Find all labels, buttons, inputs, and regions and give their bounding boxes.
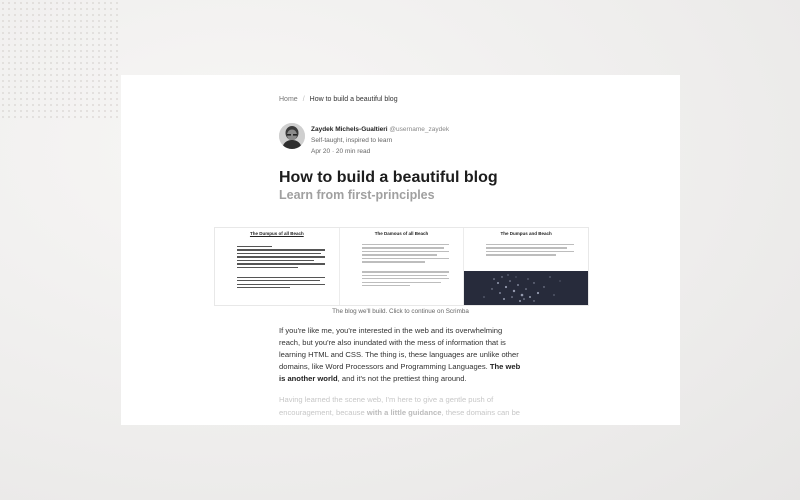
preview-panel-2: The Damous of all Beach <box>340 228 465 305</box>
preview-text-lines <box>361 244 450 289</box>
preview-panel-title: The Dumpus and Beach <box>500 231 552 236</box>
preview-text-lines <box>237 246 325 291</box>
preview-panel-1: The Dumpus of all Beach <box>215 228 340 305</box>
article-card: Home / How to build a beautiful blog Zayde… <box>121 75 680 425</box>
starfield-image-icon <box>483 274 561 302</box>
preview-panel-title: The Dumpus of all Beach <box>249 231 304 236</box>
paragraph: If you're like me, you're interested in … <box>279 325 523 385</box>
article-subtitle: Learn from first-principles <box>279 188 435 202</box>
preview-panel-3: The Dumpus and Beach <box>464 228 589 305</box>
breadcrumb-current: How to build a beautiful blog <box>309 96 398 103</box>
author-bio: Self-taught, inspired to learn <box>311 137 393 144</box>
author-name[interactable]: Zaydek Michels-Gualtieri <box>311 126 388 133</box>
preview-figure[interactable]: The Dumpus of all Beach The Damous of al… <box>214 227 589 306</box>
paragraph-faded: Having learned the scene web, I'm here t… <box>279 394 523 418</box>
article-body: If you're like me, you're interested in … <box>279 325 523 425</box>
article-title: How to build a beautiful blog <box>279 169 498 186</box>
author-block: Zaydek Michels-Gualtieri @username_zayde… <box>279 123 579 155</box>
breadcrumb: Home / How to build a beautiful blog <box>279 96 398 103</box>
paragraph-text: , these domains can be <box>441 407 521 417</box>
paragraph-text: If you're like me, you're interested in … <box>279 326 519 372</box>
paragraph-text: , and it's not the prettiest thing aroun… <box>337 374 467 384</box>
author-handle[interactable]: @username_zaydek <box>389 126 449 133</box>
post-meta: Apr 20 · 20 min read <box>311 148 371 155</box>
figure-caption[interactable]: The blog we'll build. Click to continue … <box>121 308 680 315</box>
background-dot-pattern <box>0 0 120 120</box>
preview-panel-title: The Damous of all Beach <box>374 231 429 236</box>
avatar[interactable] <box>279 123 305 149</box>
paragraph-emphasis: with a little guidance <box>366 407 442 417</box>
breadcrumb-home-link[interactable]: Home <box>279 96 298 103</box>
preview-text-lines <box>486 244 575 258</box>
author-meta: Zaydek Michels-Gualtieri @username_zayde… <box>311 124 449 157</box>
avatar-portrait-icon <box>279 123 305 149</box>
preview-dark-image <box>464 271 589 305</box>
breadcrumb-separator: / <box>302 96 305 103</box>
